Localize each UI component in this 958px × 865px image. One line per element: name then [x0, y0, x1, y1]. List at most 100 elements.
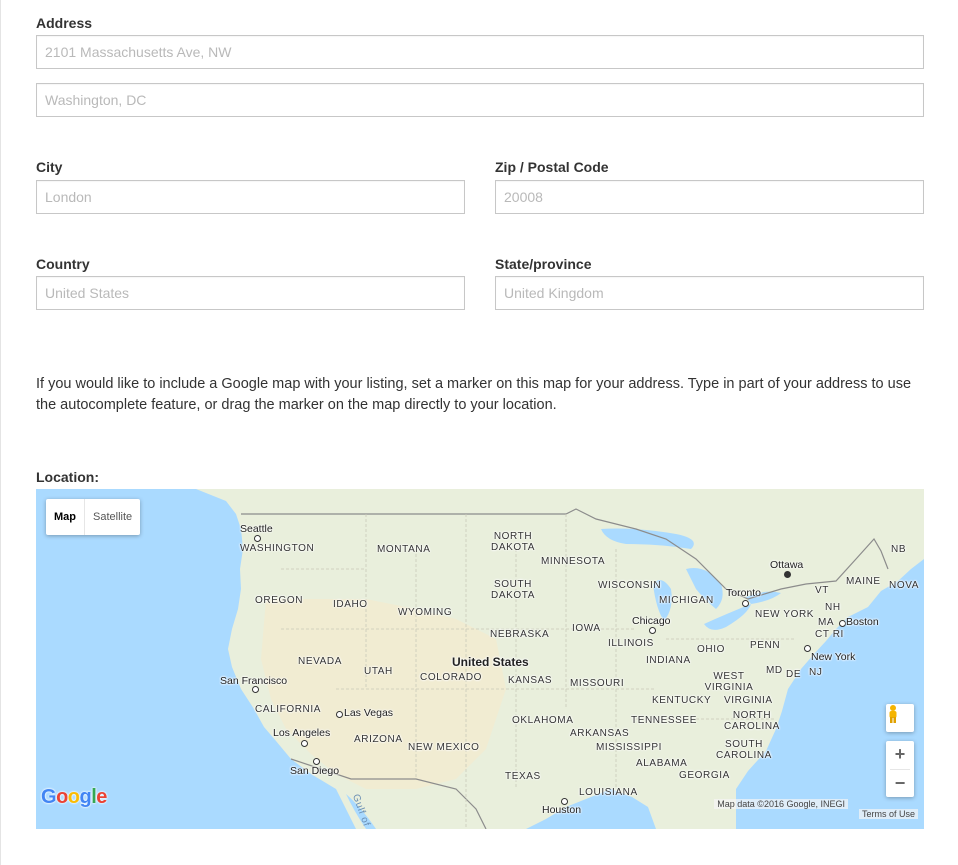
city-marker — [254, 535, 261, 542]
map-type-control: Map Satellite — [46, 499, 141, 535]
map-label-state: NJ — [809, 667, 823, 678]
google-logo-letter: e — [96, 786, 107, 808]
google-logo: Google — [41, 786, 107, 809]
city-marker — [742, 600, 749, 607]
map-label-state: GEORGIA — [679, 770, 730, 781]
map-label-state: ILLINOIS — [608, 638, 654, 649]
map-label-city: Las Vegas — [344, 707, 394, 719]
street-view-pegman-button[interactable] — [886, 704, 914, 732]
zip-input[interactable] — [495, 180, 924, 214]
map-label-state: MD — [766, 665, 783, 676]
map-label-city: San Francisco — [220, 675, 288, 687]
country-input[interactable] — [36, 276, 465, 310]
map-label-state: COLORADO — [420, 672, 483, 683]
google-logo-letter: o — [56, 786, 68, 808]
city-marker — [313, 758, 320, 765]
map-label-state: WYOMING — [398, 607, 453, 618]
map-label-state: SOUTH DAKOTA — [491, 579, 535, 601]
address-line2-input[interactable] — [36, 83, 924, 117]
map-label-state: NEW MEXICO — [408, 742, 480, 753]
capital-marker — [784, 571, 791, 578]
map-label-state: VIRGINIA — [724, 695, 773, 706]
map-label-state: INDIANA — [646, 655, 691, 666]
terms-of-use-link[interactable]: Terms of Use — [858, 809, 918, 819]
map-attribution: Map data ©2016 Google, INEGI — [714, 799, 848, 809]
map-label-state: MAINE — [846, 576, 881, 587]
map-label-state: IOWA — [572, 623, 601, 634]
map-label-state: CT RI — [815, 629, 844, 640]
city-marker — [839, 620, 846, 627]
map-label-state: OKLAHOMA — [512, 715, 574, 726]
map-label-city: Boston — [846, 616, 879, 628]
zip-label: Zip / Postal Code — [495, 159, 609, 175]
address-line1-input[interactable] — [36, 35, 924, 69]
map-label-state: KENTUCKY — [652, 695, 712, 706]
map-label-state: NEW YORK — [755, 609, 815, 620]
city-marker — [252, 686, 259, 693]
map-label-city: Seattle — [240, 523, 273, 535]
map-label-state: IDAHO — [333, 599, 368, 610]
page-left-border — [0, 0, 1, 865]
map-label-country: United States — [452, 655, 529, 669]
map-label-city: Toronto — [726, 587, 762, 599]
map-label-state: WISCONSIN — [598, 580, 662, 591]
map-label-state: MA — [818, 617, 835, 628]
city-marker — [804, 645, 811, 652]
location-label: Location: — [36, 469, 99, 485]
city-marker — [336, 711, 343, 718]
map-label-city: Chicago — [632, 615, 671, 627]
map-type-satellite-button[interactable]: Satellite — [85, 499, 140, 535]
map-label-state: MISSOURI — [570, 678, 625, 689]
google-logo-letter: o — [67, 786, 80, 808]
zoom-out-button[interactable]: − — [886, 770, 914, 798]
city-marker — [301, 740, 308, 747]
map-label-city: San Diego — [290, 765, 340, 777]
address-label: Address — [36, 15, 93, 31]
map-label-state: ARIZONA — [354, 734, 403, 745]
map-label-state: ARKANSAS — [570, 728, 630, 739]
map-label-state: CALIFORNIA — [255, 704, 322, 715]
map-label-state: NEVADA — [298, 656, 342, 667]
map-label-state: SOUTH CAROLINA — [716, 739, 772, 761]
google-logo-letter: g — [79, 786, 92, 808]
map-label-state: MISSISSIPPI — [596, 742, 663, 753]
map-label-state: NORTH CAROLINA — [724, 710, 780, 732]
map-label-state: NEBRASKA — [490, 629, 550, 640]
map-label-state: NORTH DAKOTA — [491, 531, 535, 553]
map-type-map-button[interactable]: Map — [46, 499, 85, 535]
location-map[interactable]: Map Satellite WASHINGTON MONTANA NORTH D… — [36, 489, 924, 829]
map-label-state: WEST VIRGINIA — [704, 671, 754, 693]
map-label-city: Los Angeles — [273, 727, 331, 739]
map-label-city: Houston — [542, 804, 582, 816]
map-label-state: ALABAMA — [636, 758, 688, 769]
map-label-city: New York — [811, 651, 856, 663]
map-label-state: MINNESOTA — [541, 556, 606, 567]
city-marker — [649, 627, 656, 634]
map-label-state: MONTANA — [377, 544, 431, 555]
state-label: State/province — [495, 256, 592, 272]
map-label-state: NB — [891, 544, 907, 555]
map-label-state: KANSAS — [508, 675, 553, 686]
map-label-state: OHIO — [697, 644, 725, 655]
city-input[interactable] — [36, 180, 465, 214]
map-label-city: Ottawa — [770, 559, 804, 571]
map-label-state: OREGON — [255, 595, 304, 606]
map-label-state: DE — [786, 669, 802, 680]
map-label-state: UTAH — [364, 666, 393, 677]
google-logo-letter: G — [41, 786, 57, 808]
city-label: City — [36, 159, 63, 175]
map-label-state: NH — [825, 602, 841, 613]
map-label-state: TENNESSEE — [631, 715, 697, 726]
pegman-icon — [889, 705, 897, 723]
map-label-state: PENN — [750, 640, 781, 651]
country-label: Country — [36, 256, 90, 272]
map-label-state: WASHINGTON — [240, 543, 315, 554]
map-label-state: NOVA — [889, 580, 919, 591]
map-help-text: If you would like to include a Google ma… — [36, 376, 912, 413]
zoom-in-button[interactable]: + — [886, 741, 914, 769]
map-label-state: VT — [815, 585, 829, 596]
state-input[interactable] — [495, 276, 924, 310]
map-label-state: LOUISIANA — [579, 787, 638, 798]
map-label-state: MICHIGAN — [659, 595, 714, 606]
map-label-state: TEXAS — [505, 771, 541, 782]
